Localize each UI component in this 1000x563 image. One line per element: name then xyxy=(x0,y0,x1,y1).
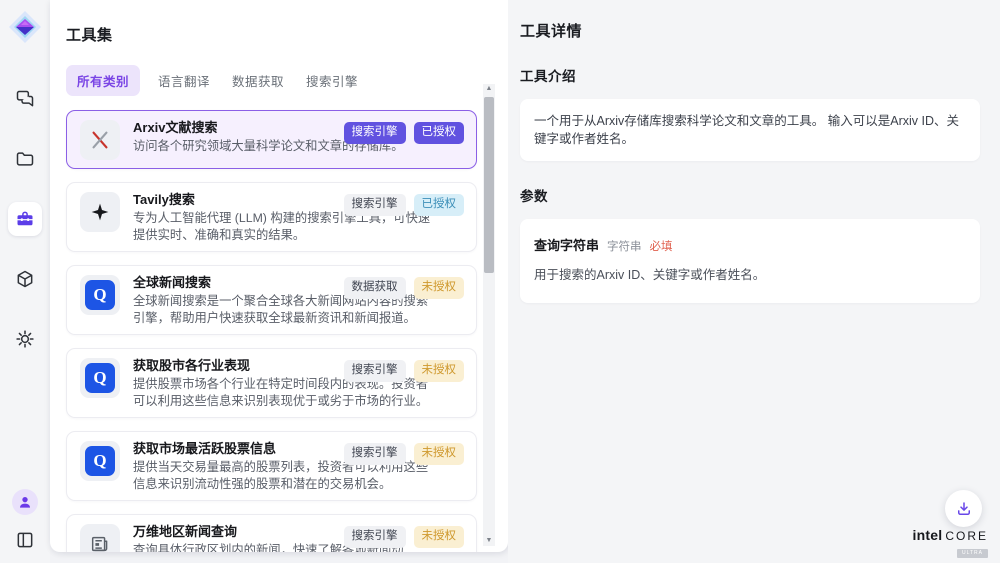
tab-search-engine[interactable]: 搜索引擎 xyxy=(302,65,362,96)
category-tabs: 所有类别 语言翻译 数据获取 搜索引擎 xyxy=(66,65,508,96)
params-heading: 参数 xyxy=(520,185,980,205)
tool-card-tavily[interactable]: Tavily搜索 专为人工智能代理 (LLM) 构建的搜索引擎工具，可快速提供实… xyxy=(66,182,477,252)
newspaper-icon xyxy=(80,524,120,552)
tool-auth-badge: 已授权 xyxy=(414,122,465,144)
parameter-description: 用于搜索的Arxiv ID、关键字或作者姓名。 xyxy=(534,264,966,283)
tool-card-global-news[interactable]: Q 全球新闻搜索 全球新闻搜索是一个聚合全球各大新闻网站内容的搜索引擎，帮助用户… xyxy=(66,265,477,335)
tool-category-tag: 搜索引擎 xyxy=(344,122,406,144)
tool-category-tag: 搜索引擎 xyxy=(344,443,406,465)
tab-data-acquisition[interactable]: 数据获取 xyxy=(228,65,288,96)
tool-category-tag: 搜索引擎 xyxy=(344,360,406,382)
brand-primary-text: intel xyxy=(913,528,943,542)
scrollbar-up-arrow[interactable]: ▲ xyxy=(486,84,493,94)
parameter-name: 查询字符串 xyxy=(534,235,599,254)
scrollbar-thumb[interactable] xyxy=(484,97,494,273)
tool-tags: 搜索引擎 未授权 xyxy=(344,443,465,465)
user-avatar-icon[interactable] xyxy=(12,489,38,515)
tool-card-regional-news[interactable]: 万维地区新闻查询 查询具体行政区划内的新闻，快速了解各地新闻动 搜索引擎 未授权 xyxy=(66,514,477,552)
list-scrollbar[interactable]: ▲ ▼ xyxy=(483,84,495,546)
parameter-type: 字符串 xyxy=(607,238,642,254)
app-logo xyxy=(8,10,42,44)
tool-auth-badge: 未授权 xyxy=(414,443,465,465)
download-icon xyxy=(955,500,973,518)
chat-icon[interactable] xyxy=(8,82,42,116)
parameter-header: 查询字符串 字符串 必填 xyxy=(534,235,966,254)
details-title: 工具详情 xyxy=(520,20,980,41)
intel-core-logo: intel core ultra xyxy=(913,528,988,558)
tool-details-panel: 工具详情 工具介绍 一个用于从Arxiv存储库搜索科学论文和文章的工具。 输入可… xyxy=(508,0,1000,563)
intro-text: 一个用于从Arxiv存储库搜索科学论文和文章的工具。 输入可以是Arxiv ID… xyxy=(534,112,966,148)
tab-all-categories[interactable]: 所有类别 xyxy=(66,65,140,96)
tool-tags: 搜索引擎 未授权 xyxy=(344,360,465,382)
arxiv-logo-icon xyxy=(80,120,120,160)
brand-secondary-text: core xyxy=(945,530,988,542)
tool-tags: 搜索引擎 已授权 xyxy=(344,194,465,216)
cube-icon[interactable] xyxy=(8,262,42,296)
app-sidebar xyxy=(0,0,50,563)
settings-icon[interactable] xyxy=(8,322,42,356)
parameter-card: 查询字符串 字符串 必填 用于搜索的Arxiv ID、关键字或作者姓名。 xyxy=(520,219,980,303)
tool-card-most-active-stocks[interactable]: Q 获取市场最活跃股票信息 提供当天交易量最高的股票列表，投资者可以利用这些信息… xyxy=(66,431,477,501)
download-button[interactable] xyxy=(945,490,982,527)
tool-card-sector-performance[interactable]: Q 获取股市各行业表现 提供股票市场各个行业在特定时间段内的表现。投资者可以利用… xyxy=(66,348,477,418)
tool-category-tag: 数据获取 xyxy=(344,277,406,299)
tool-auth-badge: 未授权 xyxy=(414,526,465,548)
tab-language-translation[interactable]: 语言翻译 xyxy=(154,65,214,96)
tool-category-tag: 搜索引擎 xyxy=(344,526,406,548)
tool-card-arxiv[interactable]: Arxiv文献搜索 访问各个研究领域大量科学论文和文章的存储库。 搜索引擎 已授… xyxy=(66,110,477,169)
tool-tags: 搜索引擎 已授权 xyxy=(344,122,465,144)
blue-q-logo-icon: Q xyxy=(80,275,120,315)
tool-tags: 数据获取 未授权 xyxy=(344,277,465,299)
toolbox-icon[interactable] xyxy=(8,202,42,236)
parameter-required-badge: 必填 xyxy=(650,238,673,254)
tool-auth-badge: 已授权 xyxy=(414,194,465,216)
tavily-star-icon xyxy=(80,192,120,232)
intro-heading: 工具介绍 xyxy=(520,65,980,85)
tool-list-panel: 工具集 所有类别 语言翻译 数据获取 搜索引擎 Arxiv文献搜索 访问各个研究… xyxy=(50,0,508,552)
tool-tags: 搜索引擎 未授权 xyxy=(344,526,465,548)
sidebar-bottom xyxy=(12,489,38,553)
blue-q-logo-icon: Q xyxy=(80,441,120,481)
tool-auth-badge: 未授权 xyxy=(414,360,465,382)
scrollbar-down-arrow[interactable]: ▼ xyxy=(486,536,493,546)
tool-category-tag: 搜索引擎 xyxy=(344,194,406,216)
page-title: 工具集 xyxy=(66,24,508,45)
tool-card-list: Arxiv文献搜索 访问各个研究领域大量科学论文和文章的存储库。 搜索引擎 已授… xyxy=(66,110,477,552)
brand-badge: ultra xyxy=(957,549,988,558)
panel-layout-icon[interactable] xyxy=(12,527,38,553)
folder-icon[interactable] xyxy=(8,142,42,176)
sidebar-nav xyxy=(8,82,42,356)
blue-q-logo-icon: Q xyxy=(80,358,120,398)
tool-auth-badge: 未授权 xyxy=(414,277,465,299)
intro-card: 一个用于从Arxiv存储库搜索科学论文和文章的工具。 输入可以是Arxiv ID… xyxy=(520,99,980,161)
